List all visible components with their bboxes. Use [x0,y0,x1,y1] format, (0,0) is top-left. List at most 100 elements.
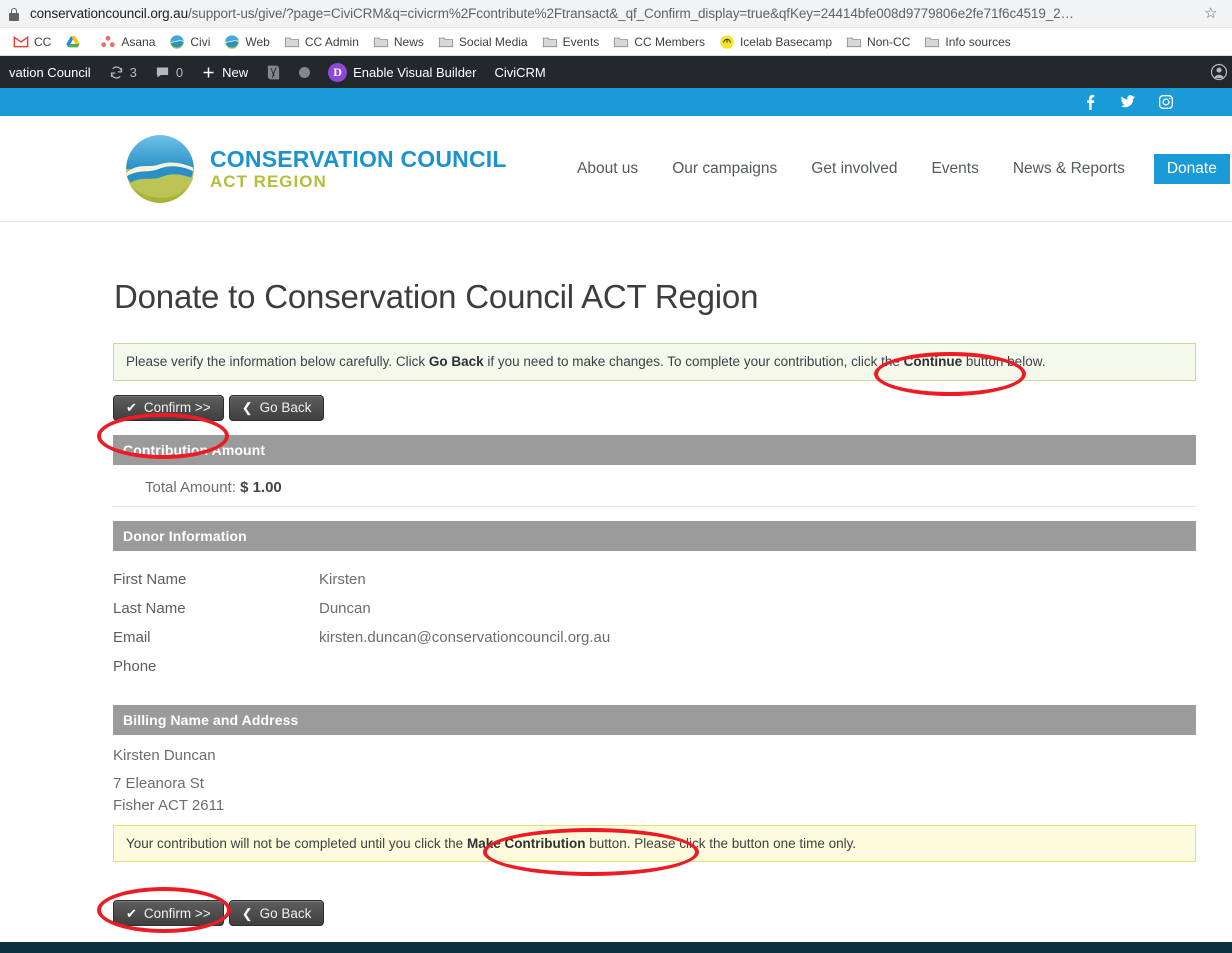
wordpress-admin-bar: vation Council 3 0 New D Enable Visual B… [0,56,1232,88]
enable-visual-builder-label: Enable Visual Builder [353,64,477,80]
conservation-council-icon [170,34,185,49]
bookmark-google-drive[interactable] [58,32,93,52]
confirm-button-top[interactable]: ✔ Confirm >> [113,394,224,421]
basecamp-icon [720,34,734,49]
bookmark-news[interactable]: News [366,32,431,52]
asana-icon [101,35,116,47]
url-bar[interactable]: conservationcouncil.org.au/support-us/gi… [30,6,1196,21]
admin-bar-status-dot[interactable] [290,56,319,88]
admin-bar-site-name[interactable]: vation Council [0,56,100,88]
site-logo[interactable]: CONSERVATION COUNCIL ACT REGION [124,133,507,205]
admin-bar-divi[interactable]: D Enable Visual Builder [319,56,485,88]
account-avatar-icon [1210,63,1228,81]
bookmark-label: Web [245,34,270,49]
site-header: CONSERVATION COUNCIL ACT REGION About us… [0,116,1232,222]
make-contribution-warning-alert: Your contribution will not be completed … [113,824,1196,863]
table-row: Last Name Duncan [113,594,1196,623]
section-header-billing-address: Billing Name and Address [113,704,1196,735]
confirm-button-label: Confirm >> [143,905,211,921]
bookmark-non-cc[interactable]: Non-CC [839,32,917,52]
folder-icon [542,37,557,47]
section-body-donor-information: First Name Kirsten Last Name Duncan Emai… [113,551,1196,691]
confirm-button-label: Confirm >> [143,400,211,416]
billing-address-block: Kirsten Duncan 7 Eleanora St Fisher ACT … [113,735,1196,817]
alert-bold-continue: Continue [903,354,963,369]
instagram-icon[interactable] [1158,94,1174,110]
section-header-donor-information: Donor Information [113,520,1196,551]
bookmark-cc-admin[interactable]: CC Admin [277,32,366,52]
bookmark-civi[interactable]: Civi [162,32,217,52]
form-buttons-top: ✔ Confirm >> ❮ Go Back [113,394,1196,421]
url-path: /support-us/give/?page=CiviCRM&q=civicrm… [188,6,1074,21]
confirm-button-bottom[interactable]: ✔ Confirm >> [113,900,224,927]
alert-text-part2: if you need to make changes. To complete… [483,354,904,369]
admin-bar-yoast[interactable] [257,56,290,88]
twitter-icon[interactable] [1120,94,1136,110]
form-buttons-bottom: ✔ Confirm >> ❮ Go Back [113,900,1196,927]
admin-bar-comments[interactable]: 0 [146,56,192,88]
go-back-button-label: Go Back [259,905,312,921]
admin-bar-civicrm[interactable]: CiviCRM [485,56,554,88]
folder-icon [614,37,629,47]
divi-badge-icon: D [328,62,348,82]
plus-icon [203,67,214,77]
nav-item-about-us[interactable]: About us [560,160,655,178]
folder-icon [925,37,940,47]
page-content: Donate to Conservation Council ACT Regio… [0,222,1232,927]
alert-text-part3: button below. [962,354,1046,369]
chevron-left-icon: ❮ [241,905,253,921]
go-back-button-top[interactable]: ❮ Go Back [228,394,325,421]
bookmark-cc-members[interactable]: CC Members [606,32,712,52]
bookmark-asana[interactable]: Asana [93,32,162,52]
new-label: New [222,64,249,80]
nav-item-news-reports[interactable]: News & Reports [996,160,1142,178]
bookmark-label: Social Media [458,34,528,49]
warning-text-part2: button. Please click the button one time… [585,835,857,851]
total-amount-row: Total Amount: $ 1.00 [113,479,1196,496]
table-row: Phone [113,652,1196,681]
footer-strip [0,942,1232,953]
bookmark-label: News [393,34,424,49]
star-icon[interactable]: ☆ [1204,6,1222,21]
field-value: kirsten.duncan@conservationcouncil.org.a… [319,628,611,646]
bookmark-label: Civi [190,34,211,49]
bookmark-label: Info sources [945,34,1011,49]
gray-dot-icon [299,66,311,78]
admin-bar-updates[interactable]: 3 [100,56,146,88]
bookmark-info-sources[interactable]: Info sources [917,32,1017,52]
updates-icon [110,65,122,79]
nav-item-our-campaigns[interactable]: Our campaigns [655,160,794,178]
nav-item-events[interactable]: Events [914,160,995,178]
gmail-icon [13,35,29,47]
go-back-button-bottom[interactable]: ❮ Go Back [228,900,325,927]
url-host: conservationcouncil.org.au [30,6,188,21]
admin-bar-new[interactable]: New [192,56,257,88]
check-icon: ✔ [126,400,137,416]
bookmark-label: Asana [121,34,156,49]
bookmark-icelab-basecamp[interactable]: Icelab Basecamp [712,32,839,52]
admin-bar-account[interactable] [1210,56,1232,88]
donate-button[interactable]: Donate [1153,154,1230,184]
bookmarks-bar: CC Asana Civi Web CC Admin News Social M… [0,28,1232,56]
conservation-council-logo-icon [126,134,194,203]
site-logo-text: CONSERVATION COUNCIL ACT REGION [210,147,507,190]
section-header-contribution-amount: Contribution Amount [113,434,1196,465]
comments-count: 0 [175,64,184,80]
bookmark-label: CC [34,34,52,49]
bookmark-social-media[interactable]: Social Media [431,32,535,52]
chevron-left-icon: ❮ [241,400,253,416]
alert-text-part1: Please verify the information below care… [126,354,429,369]
bookmark-events[interactable]: Events [535,32,607,52]
contribution-confirm-form: Please verify the information below care… [113,343,1196,927]
facebook-icon[interactable] [1082,94,1098,110]
comment-icon [156,67,169,77]
bookmark-label: Non-CC [867,34,911,49]
updates-count: 3 [129,64,137,80]
bookmark-label: Icelab Basecamp [739,34,833,49]
total-amount-value: $ 1.00 [240,478,282,496]
conservation-council-icon [225,34,240,49]
bookmark-web[interactable]: Web [217,32,276,52]
nav-item-get-involved[interactable]: Get involved [794,160,914,178]
field-label: First Name [113,570,187,588]
bookmark-cc[interactable]: CC [6,32,58,52]
